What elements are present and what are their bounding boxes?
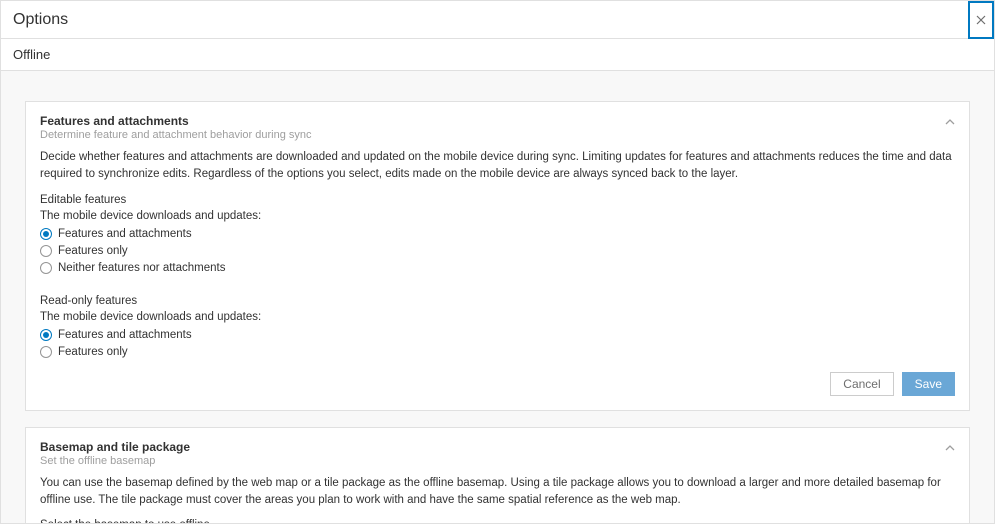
panel-basemap: Basemap and tile package Set the offline… [25,427,970,524]
radio-label: Neither features nor attachments [58,262,225,274]
readonly-features-prompt: The mobile device downloads and updates: [40,311,955,323]
radio-dot-icon [40,346,52,358]
radio-dot-icon [40,228,52,240]
panel-features-header: Features and attachments Determine featu… [40,114,955,141]
radio-dot-icon [40,329,52,341]
radio-readonly-features-and-attachments[interactable]: Features and attachments [40,329,955,341]
collapse-button-basemap[interactable] [945,442,955,456]
window-title: Options [13,11,68,29]
radio-label: Features only [58,346,128,358]
editable-features-prompt: The mobile device downloads and updates: [40,210,955,222]
close-icon [976,15,986,25]
panel-features-actions: Cancel Save [40,372,955,396]
options-window: Options Offline Features and attachments… [0,0,995,524]
panel-basemap-description: You can use the basemap defined by the w… [40,475,955,510]
radio-readonly-features-only[interactable]: Features only [40,346,955,358]
radio-dot-icon [40,245,52,257]
panel-features: Features and attachments Determine featu… [25,101,970,411]
chevron-up-icon [945,443,955,453]
radio-dot-icon [40,262,52,274]
sub-title: Offline [13,47,50,62]
panel-basemap-header: Basemap and tile package Set the offline… [40,440,955,467]
radio-editable-features-only[interactable]: Features only [40,245,955,257]
radio-label: Features and attachments [58,228,192,240]
panel-basemap-title: Basemap and tile package [40,440,955,454]
chevron-up-icon [945,117,955,127]
titlebar: Options [1,1,994,39]
basemap-select-label: Select the basemap to use offline [40,519,955,523]
panel-basemap-subtitle: Set the offline basemap [40,455,955,467]
sub-titlebar: Offline [1,39,994,71]
content-area[interactable]: Features and attachments Determine featu… [1,71,994,523]
radio-label: Features and attachments [58,329,192,341]
readonly-features-label: Read-only features [40,295,955,307]
editable-features-label: Editable features [40,194,955,206]
radio-editable-neither[interactable]: Neither features nor attachments [40,262,955,274]
panel-features-description: Decide whether features and attachments … [40,149,955,184]
radio-label: Features only [58,245,128,257]
cancel-button[interactable]: Cancel [830,372,893,396]
save-button[interactable]: Save [902,372,955,396]
collapse-button-features[interactable] [945,116,955,130]
radio-editable-features-and-attachments[interactable]: Features and attachments [40,228,955,240]
panel-features-title: Features and attachments [40,114,955,128]
panel-features-subtitle: Determine feature and attachment behavio… [40,129,955,141]
close-button[interactable] [968,1,994,39]
